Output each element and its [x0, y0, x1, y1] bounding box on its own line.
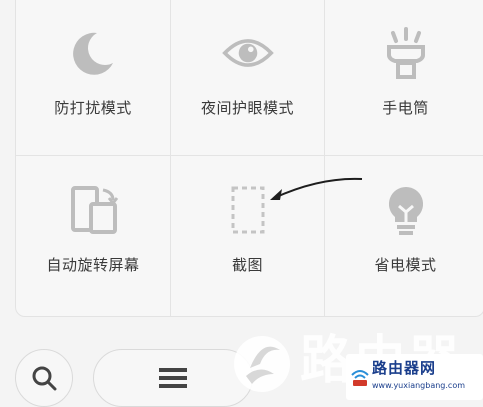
- menu-icon: [159, 368, 187, 388]
- tile-label: 省电模式: [374, 256, 437, 274]
- tile-screenshot[interactable]: 截图: [171, 156, 325, 316]
- router-icon: [351, 370, 369, 386]
- search-button[interactable]: [15, 349, 73, 407]
- tile-auto-rotate[interactable]: 自动旋转屏幕: [16, 156, 171, 316]
- watermark-badge-title: 路由器网: [372, 359, 437, 377]
- watermark-badge: 路由器网 www.yuxiangbang.com: [346, 354, 483, 400]
- tile-label: 防打扰模式: [54, 99, 132, 117]
- tile-label: 夜间护眼模式: [200, 99, 294, 117]
- tile-label: 手电筒: [382, 99, 429, 117]
- menu-button[interactable]: [93, 349, 253, 407]
- tile-flashlight[interactable]: 手电筒: [325, 0, 483, 156]
- moon-icon: [67, 27, 119, 79]
- tile-label: 自动旋转屏幕: [46, 256, 140, 274]
- eye-icon: [221, 27, 274, 79]
- quick-settings-panel: 防打扰模式 夜间护眼模式 手电筒 自动旋转屏幕 截图 省电模式: [15, 0, 483, 317]
- search-icon: [32, 366, 57, 391]
- flashlight-icon: [380, 27, 432, 79]
- tile-power-saving[interactable]: 省电模式: [325, 156, 483, 316]
- tile-label: 截图: [231, 256, 263, 274]
- watermark-badge-url: www.yuxiangbang.com: [372, 381, 466, 390]
- tile-do-not-disturb[interactable]: 防打扰模式: [16, 0, 171, 156]
- auto-rotate-icon: [67, 184, 119, 236]
- screenshot-icon: [222, 184, 274, 236]
- lightbulb-icon: [380, 184, 432, 236]
- tile-night-eye-care[interactable]: 夜间护眼模式: [171, 0, 325, 156]
